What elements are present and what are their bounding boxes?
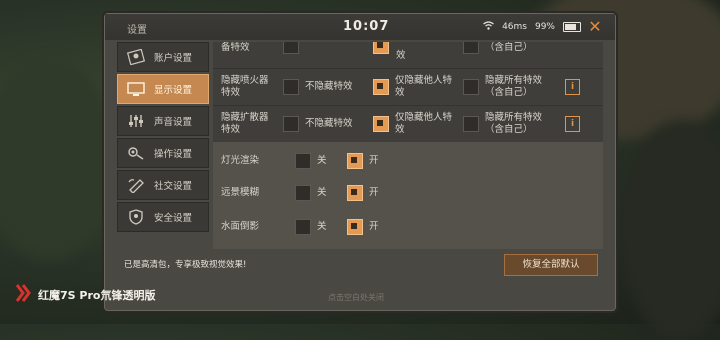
redmagic-logo-icon [14,283,32,307]
display-icon [124,79,148,99]
background-blob [0,60,120,260]
device-watermark: 红魔7S Pro氘锋透明版 [14,283,155,307]
battery-icon [563,22,581,32]
toggle-on-checkbox[interactable] [347,219,363,235]
close-icon: ✕ [588,17,602,36]
row-label: 备特效 [221,42,250,53]
sidebar-item-label: 安全设置 [154,213,193,224]
toggle-off-label: 关 [317,155,327,166]
option-label: 仅隐藏他人特效 [395,75,453,98]
toggle-section: 灯光渲染 关 开 远景模糊 关 开 水面倒影 关 开 [213,142,603,249]
row-label: 隐藏喷火器特效 [221,75,269,98]
toggle-row: 水面倒影 关 开 [213,212,603,242]
watermark-text: 红魔7S Pro氘锋透明版 [38,289,156,302]
toggle-on-label: 开 [369,155,379,166]
toggle-on-label: 开 [369,221,379,232]
option-label: （含自己） [485,42,533,53]
toggle-on-checkbox[interactable] [347,153,363,169]
option-label: 效 [396,50,406,61]
checkbox[interactable] [283,79,299,95]
restore-defaults-button[interactable]: 恢复全部默认 [504,254,598,276]
toggle-on-checkbox[interactable] [347,185,363,201]
info-button[interactable]: i [565,79,580,95]
info-icon: i [570,119,575,129]
checkbox[interactable] [463,79,479,95]
sidebar: 账户设置 显示设置 声音设置 操作设置 社交设置 安全设置 [117,42,209,234]
effect-row: 隐藏扩散器特效 不隐藏特效 仅隐藏他人特效 隐藏所有特效（含自己） i [213,106,603,143]
sidebar-item-label: 显示设置 [154,85,193,96]
settings-content: 备特效 效 （含自己） 隐藏喷火器特效 不隐藏特效 仅隐藏他人特效 隐藏所有特效… [213,42,603,249]
sidebar-item-label: 操作设置 [154,149,193,160]
toggle-on-label: 开 [369,187,379,198]
info-icon: i [570,82,575,92]
toggle-off-label: 关 [317,187,327,198]
toggle-off-checkbox[interactable] [295,185,311,201]
social-icon [124,175,148,195]
sidebar-item-label: 声音设置 [154,117,193,128]
close-button[interactable]: ✕ [585,17,605,37]
row-label: 水面倒影 [221,221,260,232]
effect-row: 备特效 效 （含自己） [213,42,603,69]
sidebar-item-social[interactable]: 社交设置 [117,170,209,200]
security-icon [124,207,148,227]
wifi-icon [483,21,494,33]
option-label: 隐藏所有特效（含自己） [485,112,543,135]
close-hint: 点击空白处关闭 [328,293,384,302]
sidebar-item-display[interactable]: 显示设置 [117,74,209,104]
row-label: 隐藏扩散器特效 [221,112,269,135]
checkbox[interactable] [373,79,389,95]
checkbox[interactable] [283,42,299,54]
toggle-off-label: 关 [317,221,327,232]
option-label: 不隐藏特效 [305,81,353,92]
background-blob [620,120,720,340]
clock: 10:07 [343,19,390,34]
ping-text: 46ms [502,22,527,32]
checkbox[interactable] [463,42,479,54]
checkbox[interactable] [373,42,389,54]
row-label: 远景模糊 [221,187,260,198]
sidebar-item-account[interactable]: 账户设置 [117,42,209,72]
option-label: 隐藏所有特效（含自己） [485,75,543,98]
toggle-off-checkbox[interactable] [295,219,311,235]
sidebar-item-label: 社交设置 [154,181,193,192]
controls-icon [124,143,148,163]
toggle-off-checkbox[interactable] [295,153,311,169]
hd-pack-note: 已是高清包，专享极致视觉效果! [124,260,247,270]
titlebar: 设置 10:07 46ms 99% ✕ [105,14,615,40]
sound-icon [124,111,148,131]
checkbox[interactable] [463,116,479,132]
row-label: 灯光渲染 [221,155,260,166]
checkbox[interactable] [373,116,389,132]
option-label: 仅隐藏他人特效 [395,112,453,135]
sidebar-item-security[interactable]: 安全设置 [117,202,209,232]
battery-text: 99% [534,22,555,32]
sidebar-item-sound[interactable]: 声音设置 [117,106,209,136]
toggle-row: 远景模糊 关 开 [213,178,603,208]
sidebar-item-label: 账户设置 [154,53,193,64]
toggle-row: 灯光渲染 关 开 [213,146,603,176]
panel-title: 设置 [127,25,147,36]
effect-row: 隐藏喷火器特效 不隐藏特效 仅隐藏他人特效 隐藏所有特效（含自己） i [213,69,603,106]
option-label: 不隐藏特效 [305,118,353,129]
info-button[interactable]: i [565,116,580,132]
status-bar: 46ms 99% [483,21,581,33]
sidebar-item-controls[interactable]: 操作设置 [117,138,209,168]
account-icon [124,47,148,67]
checkbox[interactable] [283,116,299,132]
